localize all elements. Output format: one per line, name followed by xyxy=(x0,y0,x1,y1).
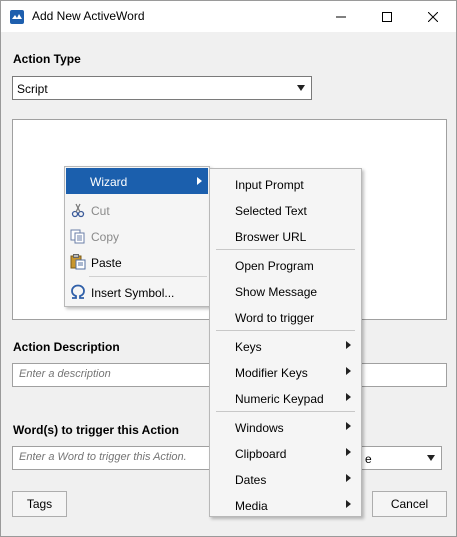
minimize-icon xyxy=(336,16,346,17)
submenu-item-label: Selected Text xyxy=(235,204,307,218)
context-item-insert-symbol[interactable]: Insert Symbol... xyxy=(66,279,208,305)
close-button[interactable] xyxy=(410,1,456,32)
action-description-label: Action Description xyxy=(13,340,120,354)
submenu-item-open-program[interactable]: Open Program xyxy=(211,252,360,278)
menu-divider xyxy=(216,249,355,250)
submenu-item-word-to-trigger[interactable]: Word to trigger xyxy=(211,304,360,330)
submenu-item-keys[interactable]: Keys xyxy=(211,333,360,359)
submenu-item-label: Word to trigger xyxy=(235,311,315,325)
trigger-input[interactable] xyxy=(19,451,198,463)
submenu-item-dates[interactable]: Dates xyxy=(211,466,360,492)
chevron-right-icon xyxy=(346,500,351,508)
submenu-item-input-prompt[interactable]: Input Prompt xyxy=(211,171,360,197)
action-type-value: Script xyxy=(17,82,48,96)
chevron-right-icon xyxy=(346,474,351,482)
submenu-item-windows[interactable]: Windows xyxy=(211,414,360,440)
submenu-item-label: Numeric Keypad xyxy=(235,392,324,406)
minimize-button[interactable] xyxy=(318,1,364,32)
context-menu: Wizard Cut Copy Paste Insert Symbol... xyxy=(64,166,210,307)
submenu-item-label: Modifier Keys xyxy=(235,366,308,380)
submenu-item-label: Keys xyxy=(235,340,262,354)
submenu-item-label: Media xyxy=(235,499,268,513)
submenu-item-media[interactable]: Media xyxy=(211,492,360,518)
chevron-right-icon xyxy=(346,448,351,456)
trigger-field[interactable] xyxy=(12,446,212,470)
submenu-item-label: Input Prompt xyxy=(235,178,304,192)
context-item-label: Paste xyxy=(91,256,122,270)
action-type-label: Action Type xyxy=(13,52,81,66)
chevron-right-icon xyxy=(346,393,351,401)
submenu-item-clipboard[interactable]: Clipboard xyxy=(211,440,360,466)
chevron-down-icon xyxy=(297,85,305,91)
submenu-item-label: Clipboard xyxy=(235,447,287,461)
submenu-item-label: Broswer URL xyxy=(235,230,307,244)
submenu-item-show-message[interactable]: Show Message xyxy=(211,278,360,304)
chevron-right-icon xyxy=(346,422,351,430)
context-item-paste[interactable]: Paste xyxy=(66,249,208,275)
trigger-label: Word(s) to trigger this Action xyxy=(13,423,179,437)
context-item-label: Copy xyxy=(91,230,120,244)
wizard-submenu: Input Prompt Selected Text Broswer URL O… xyxy=(209,168,362,517)
menu-divider xyxy=(89,276,207,277)
submenu-arrow-icon xyxy=(197,177,202,185)
submenu-item-modifier-keys[interactable]: Modifier Keys xyxy=(211,359,360,385)
context-item-copy[interactable]: Copy xyxy=(66,223,208,249)
submenu-item-numeric-keypad[interactable]: Numeric Keypad xyxy=(211,385,360,411)
maximize-button[interactable] xyxy=(364,1,410,32)
context-item-label: Insert Symbol... xyxy=(91,286,175,300)
context-item-cut[interactable]: Cut xyxy=(66,197,208,223)
window-title: Add New ActiveWord xyxy=(32,9,145,23)
submenu-item-browser-url[interactable]: Broswer URL xyxy=(211,223,360,249)
chevron-down-icon xyxy=(427,455,435,461)
chevron-right-icon xyxy=(346,341,351,349)
tags-button[interactable]: Tags xyxy=(12,491,67,517)
title-bar[interactable]: Add New ActiveWord xyxy=(1,1,456,32)
maximize-icon xyxy=(382,11,392,22)
submenu-item-selected-text[interactable]: Selected Text xyxy=(211,197,360,223)
paste-icon xyxy=(70,254,86,270)
context-item-label: Cut xyxy=(91,204,110,218)
omega-icon xyxy=(71,284,85,299)
trigger-type-value: e xyxy=(365,452,372,466)
scissors-icon xyxy=(71,203,85,218)
chevron-right-icon xyxy=(346,367,351,375)
submenu-item-label: Show Message xyxy=(235,285,318,299)
menu-divider xyxy=(216,330,355,331)
submenu-item-label: Open Program xyxy=(235,259,314,273)
context-item-wizard[interactable]: Wizard xyxy=(66,168,208,194)
context-item-label: Wizard xyxy=(90,175,128,189)
menu-divider xyxy=(216,411,355,412)
app-icon xyxy=(10,10,24,24)
copy-icon xyxy=(70,229,85,244)
cancel-button[interactable]: Cancel xyxy=(372,491,447,517)
action-type-select[interactable]: Script xyxy=(12,76,312,100)
submenu-item-label: Dates xyxy=(235,473,267,487)
close-icon xyxy=(428,11,438,22)
submenu-item-label: Windows xyxy=(235,421,284,435)
